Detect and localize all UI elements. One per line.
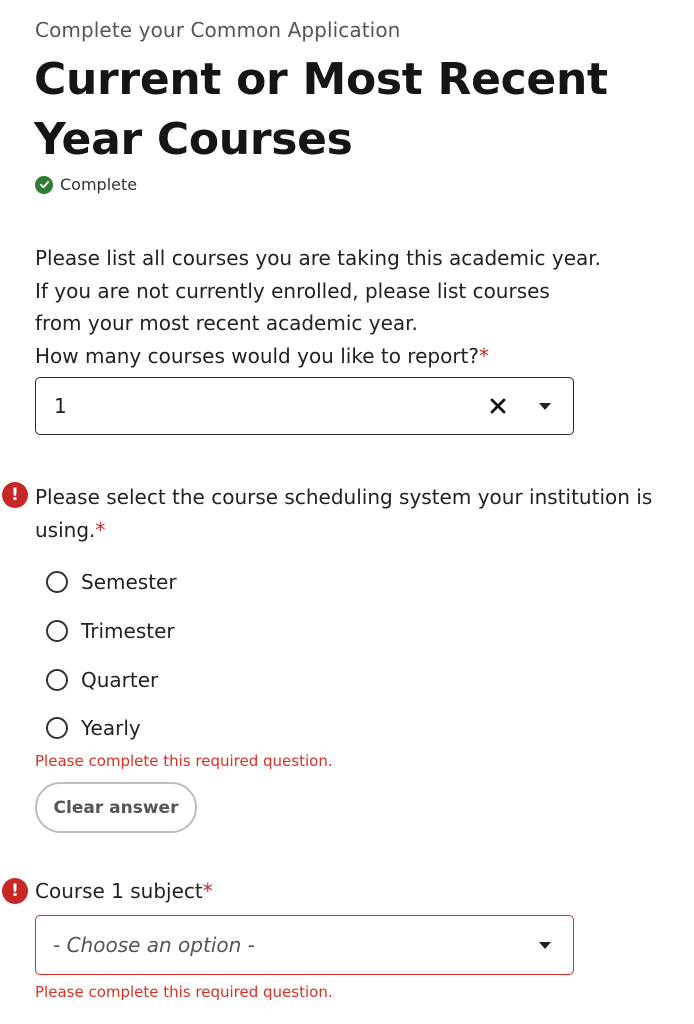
- required-mark: *: [479, 343, 489, 368]
- status-text: Complete: [60, 175, 138, 194]
- count-question-text: How many courses would you like to repor…: [35, 343, 479, 368]
- subject-placeholder: - Choose an option -: [53, 933, 255, 957]
- count-question-label: How many courses would you like to repor…: [35, 340, 635, 373]
- clear-answer-button[interactable]: Clear answer: [35, 782, 197, 833]
- intro-line: Please list all courses you are taking t…: [35, 246, 602, 270]
- subject-error-message: Please complete this required question.: [35, 983, 333, 1001]
- page-eyebrow: Complete your Common Application: [35, 18, 401, 42]
- check-circle-icon: [35, 175, 53, 194]
- radio-button[interactable]: [46, 717, 68, 740]
- radio-label: Semester: [81, 570, 177, 595]
- subject-question-text: Course 1 subject: [35, 879, 203, 903]
- course-count-value: 1: [54, 394, 67, 418]
- radio-button[interactable]: [46, 571, 68, 594]
- radio-option-yearly[interactable]: Yearly: [46, 704, 177, 753]
- chevron-down-icon[interactable]: [539, 941, 551, 949]
- course-subject-select[interactable]: - Choose an option -: [35, 915, 574, 975]
- intro-line: from your most recent academic year.: [35, 311, 418, 335]
- clear-x-icon[interactable]: [487, 395, 509, 417]
- radio-label: Yearly: [81, 716, 141, 741]
- radio-button[interactable]: [46, 620, 68, 643]
- required-mark: *: [95, 518, 106, 542]
- course-count-select[interactable]: 1: [35, 377, 574, 435]
- radio-label: Quarter: [81, 667, 159, 692]
- intro-line: If you are not currently enrolled, pleas…: [35, 278, 550, 303]
- error-icon: !: [2, 482, 28, 508]
- scheduling-question-label: Please select the course scheduling syst…: [35, 481, 655, 547]
- error-icon: !: [2, 878, 28, 904]
- page-title: Current or Most Recent Year Courses: [34, 54, 608, 165]
- scheduling-error-message: Please complete this required question.: [35, 752, 333, 770]
- scheduling-question-text: Please select the course scheduling syst…: [35, 485, 653, 542]
- radio-option-quarter[interactable]: Quarter: [46, 655, 177, 704]
- radio-option-trimester[interactable]: Trimester: [46, 607, 177, 656]
- radio-button[interactable]: [46, 668, 68, 691]
- radio-label: Trimester: [81, 619, 175, 644]
- scheduling-radio-group: Semester Trimester Quarter Yearly: [46, 558, 177, 753]
- required-mark: *: [202, 879, 213, 903]
- subject-question-label: Course 1 subject*: [35, 879, 213, 903]
- course-form-page: Complete your Common Application Current…: [0, 0, 694, 1024]
- status-badge: Complete: [35, 175, 137, 194]
- chevron-down-icon[interactable]: [539, 402, 551, 410]
- intro-text: Please list all courses you are taking t…: [35, 242, 635, 372]
- radio-option-semester[interactable]: Semester: [46, 558, 177, 607]
